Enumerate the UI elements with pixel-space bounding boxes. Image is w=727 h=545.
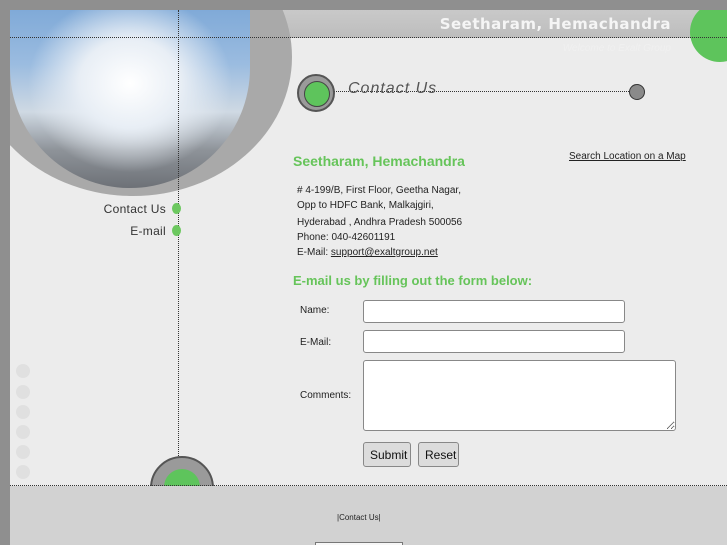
page-title-ring-icon (297, 74, 335, 112)
sidebar-item-email[interactable]: E-mail (130, 224, 166, 238)
footer-divider (10, 485, 727, 486)
address-line: Opp to HDFC Bank, Malkajgiri, (297, 200, 434, 211)
corner-decoration (690, 10, 727, 62)
form-heading: E-mail us by filling out the form below: (293, 273, 533, 288)
footer: |Contact Us| (10, 486, 727, 545)
circle-icon (16, 465, 30, 479)
address-line: # 4-199/B, First Floor, Geetha Nagar, (297, 185, 461, 196)
circle-icon (16, 405, 30, 419)
page-title: Contact Us (348, 80, 438, 97)
address-line: Hyderabad , Andhra Pradesh 500056 (297, 217, 463, 228)
map-link[interactable]: Search Location on a Map (569, 151, 686, 162)
circle-icon (16, 445, 30, 459)
email-input[interactable] (363, 330, 625, 353)
bullet-icon (172, 203, 181, 214)
sidebar-item-contact-us[interactable]: Contact Us (104, 202, 166, 216)
email-line: E-Mail: support@exaltgroup.net (297, 247, 438, 258)
line-end-icon (629, 84, 645, 100)
company-name: Seetharam, Hemachandra (293, 153, 465, 169)
bullet-icon (172, 225, 181, 236)
email-label: E-Mail: (297, 247, 329, 258)
comments-label: Comments: (300, 390, 352, 401)
submit-button[interactable]: Submit (363, 442, 411, 467)
comments-textarea[interactable] (363, 360, 676, 431)
email-field-label: E-Mail: (300, 337, 332, 348)
name-label: Name: (300, 305, 330, 316)
phone-line: Phone: 040-42601191 (297, 232, 396, 243)
tagline: Welcome to Exalt Group (562, 43, 671, 54)
header-divider (10, 37, 727, 38)
site-title: Seetharam, Hemachandra (439, 15, 671, 33)
name-input[interactable] (363, 300, 625, 323)
circle-icon (16, 425, 30, 439)
circle-icon (16, 364, 30, 378)
reset-button[interactable]: Reset (418, 442, 459, 467)
sidebar-divider (178, 10, 179, 486)
footer-contact-link[interactable]: |Contact Us| (337, 513, 381, 522)
page-frame: Seetharam, Hemachandra Welcome to Exalt … (10, 10, 727, 545)
circle-icon (16, 385, 30, 399)
email-link[interactable]: support@exaltgroup.net (331, 247, 438, 258)
